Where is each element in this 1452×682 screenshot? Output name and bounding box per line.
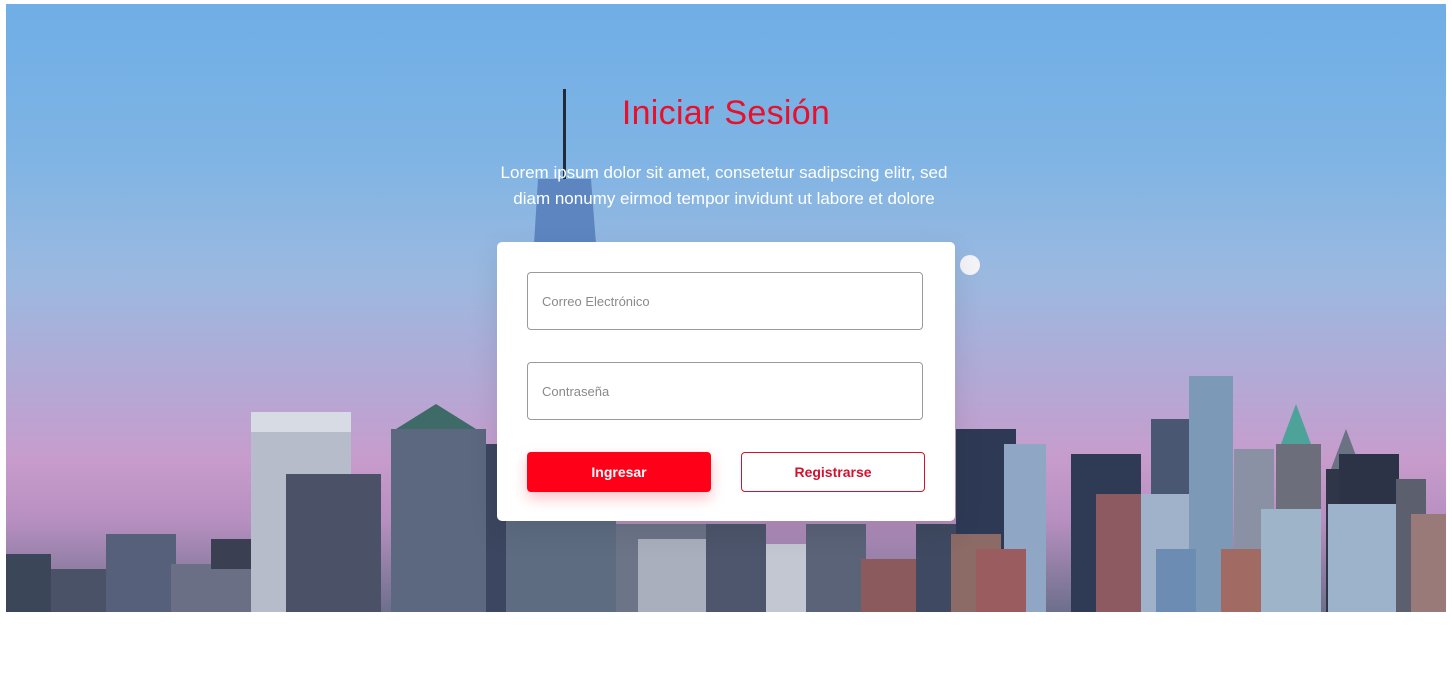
login-button[interactable]: Ingresar <box>527 452 711 492</box>
subtitle-line-2: diam nonumy eirmod tempor invidunt ut la… <box>513 189 935 208</box>
email-field[interactable] <box>527 272 923 330</box>
subtitle-line-1: Lorem ipsum dolor sit amet, consetetur s… <box>500 163 948 182</box>
moon <box>960 255 980 275</box>
page-title: Iniciar Sesión <box>621 94 831 132</box>
register-button[interactable]: Registrarse <box>741 452 925 492</box>
page-subtitle: Lorem ipsum dolor sit amet, consetetur s… <box>486 160 962 212</box>
login-card: Ingresar Registrarse <box>497 242 955 521</box>
password-field[interactable] <box>527 362 923 420</box>
